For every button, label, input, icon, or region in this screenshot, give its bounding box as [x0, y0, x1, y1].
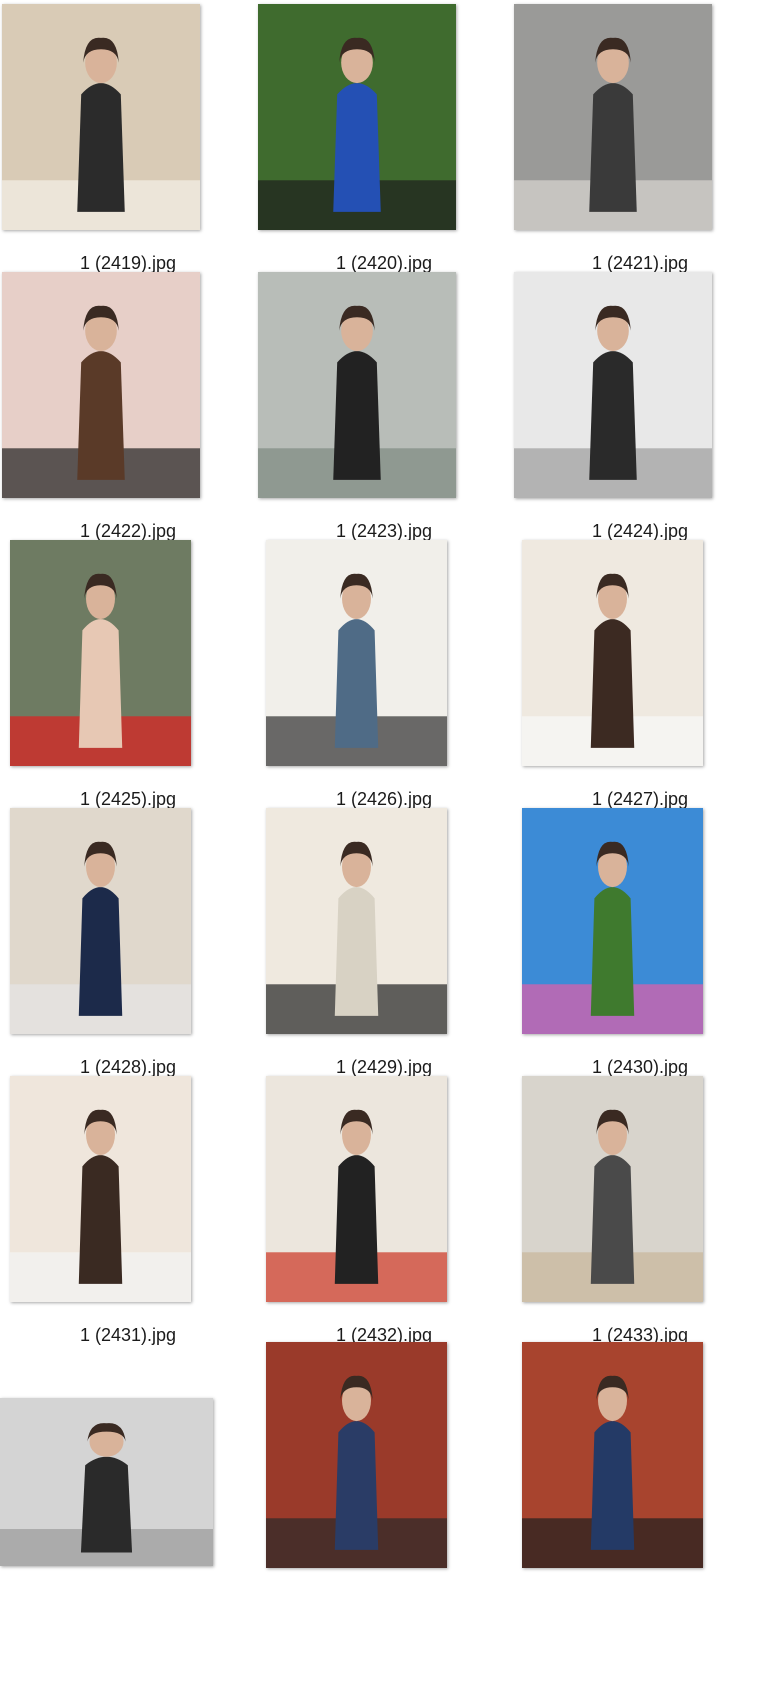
photo-preview	[266, 1076, 447, 1302]
file-item[interactable]: 1 (2432).jpg	[256, 1072, 512, 1362]
file-item[interactable]: 1 (2426).jpg	[256, 536, 512, 826]
image-thumbnail[interactable]	[258, 272, 456, 498]
image-thumbnail[interactable]	[522, 1342, 703, 1568]
file-item[interactable]: 1 (2420).jpg	[256, 0, 512, 290]
photo-preview	[522, 808, 703, 1034]
image-thumbnail[interactable]	[266, 1076, 447, 1302]
file-item[interactable]: 1 (2433).jpg	[512, 1072, 764, 1362]
image-thumbnail[interactable]	[10, 1076, 191, 1302]
file-item[interactable]	[0, 1340, 256, 1630]
file-item[interactable]	[256, 1340, 512, 1630]
photo-preview	[522, 540, 703, 766]
photo-preview	[266, 1342, 447, 1568]
file-item[interactable]: 1 (2424).jpg	[512, 268, 764, 558]
image-thumbnail[interactable]	[2, 272, 200, 498]
image-thumbnail[interactable]	[514, 272, 712, 498]
image-thumbnail[interactable]	[10, 808, 191, 1034]
image-thumbnail[interactable]	[258, 4, 456, 230]
file-item[interactable]	[512, 1340, 764, 1630]
file-item[interactable]: 1 (2428).jpg	[0, 804, 256, 1094]
image-thumbnail[interactable]	[266, 540, 447, 766]
file-item[interactable]: 1 (2429).jpg	[256, 804, 512, 1094]
photo-preview	[258, 272, 456, 498]
file-item[interactable]: 1 (2421).jpg	[512, 0, 764, 290]
image-thumbnail[interactable]	[514, 4, 712, 230]
file-item[interactable]: 1 (2431).jpg	[0, 1072, 256, 1362]
image-thumbnail[interactable]	[266, 1342, 447, 1568]
photo-preview	[266, 540, 447, 766]
image-thumbnail[interactable]	[2, 4, 200, 230]
file-item[interactable]: 1 (2430).jpg	[512, 804, 764, 1094]
photo-preview	[514, 272, 712, 498]
photo-preview	[514, 4, 712, 230]
file-item[interactable]: 1 (2419).jpg	[0, 0, 256, 290]
image-thumbnail[interactable]	[0, 1398, 213, 1566]
file-item[interactable]: 1 (2423).jpg	[256, 268, 512, 558]
photo-preview	[2, 4, 200, 230]
photo-preview	[258, 4, 456, 230]
image-thumbnail[interactable]	[522, 1076, 703, 1302]
file-item[interactable]: 1 (2427).jpg	[512, 536, 764, 826]
image-thumbnail[interactable]	[266, 808, 447, 1034]
photo-preview	[0, 1398, 213, 1566]
file-grid: 1 (2419).jpg 1 (2420).jpg 1 (2421).jpg 1 (2…	[0, 0, 764, 1699]
photo-preview	[2, 272, 200, 498]
file-item[interactable]: 1 (2422).jpg	[0, 268, 256, 558]
photo-preview	[266, 808, 447, 1034]
photo-preview	[10, 808, 191, 1034]
photo-preview	[10, 540, 191, 766]
image-thumbnail[interactable]	[522, 540, 703, 766]
image-thumbnail[interactable]	[10, 540, 191, 766]
photo-preview	[522, 1076, 703, 1302]
photo-preview	[10, 1076, 191, 1302]
file-item[interactable]: 1 (2425).jpg	[0, 536, 256, 826]
image-thumbnail[interactable]	[522, 808, 703, 1034]
photo-preview	[522, 1342, 703, 1568]
